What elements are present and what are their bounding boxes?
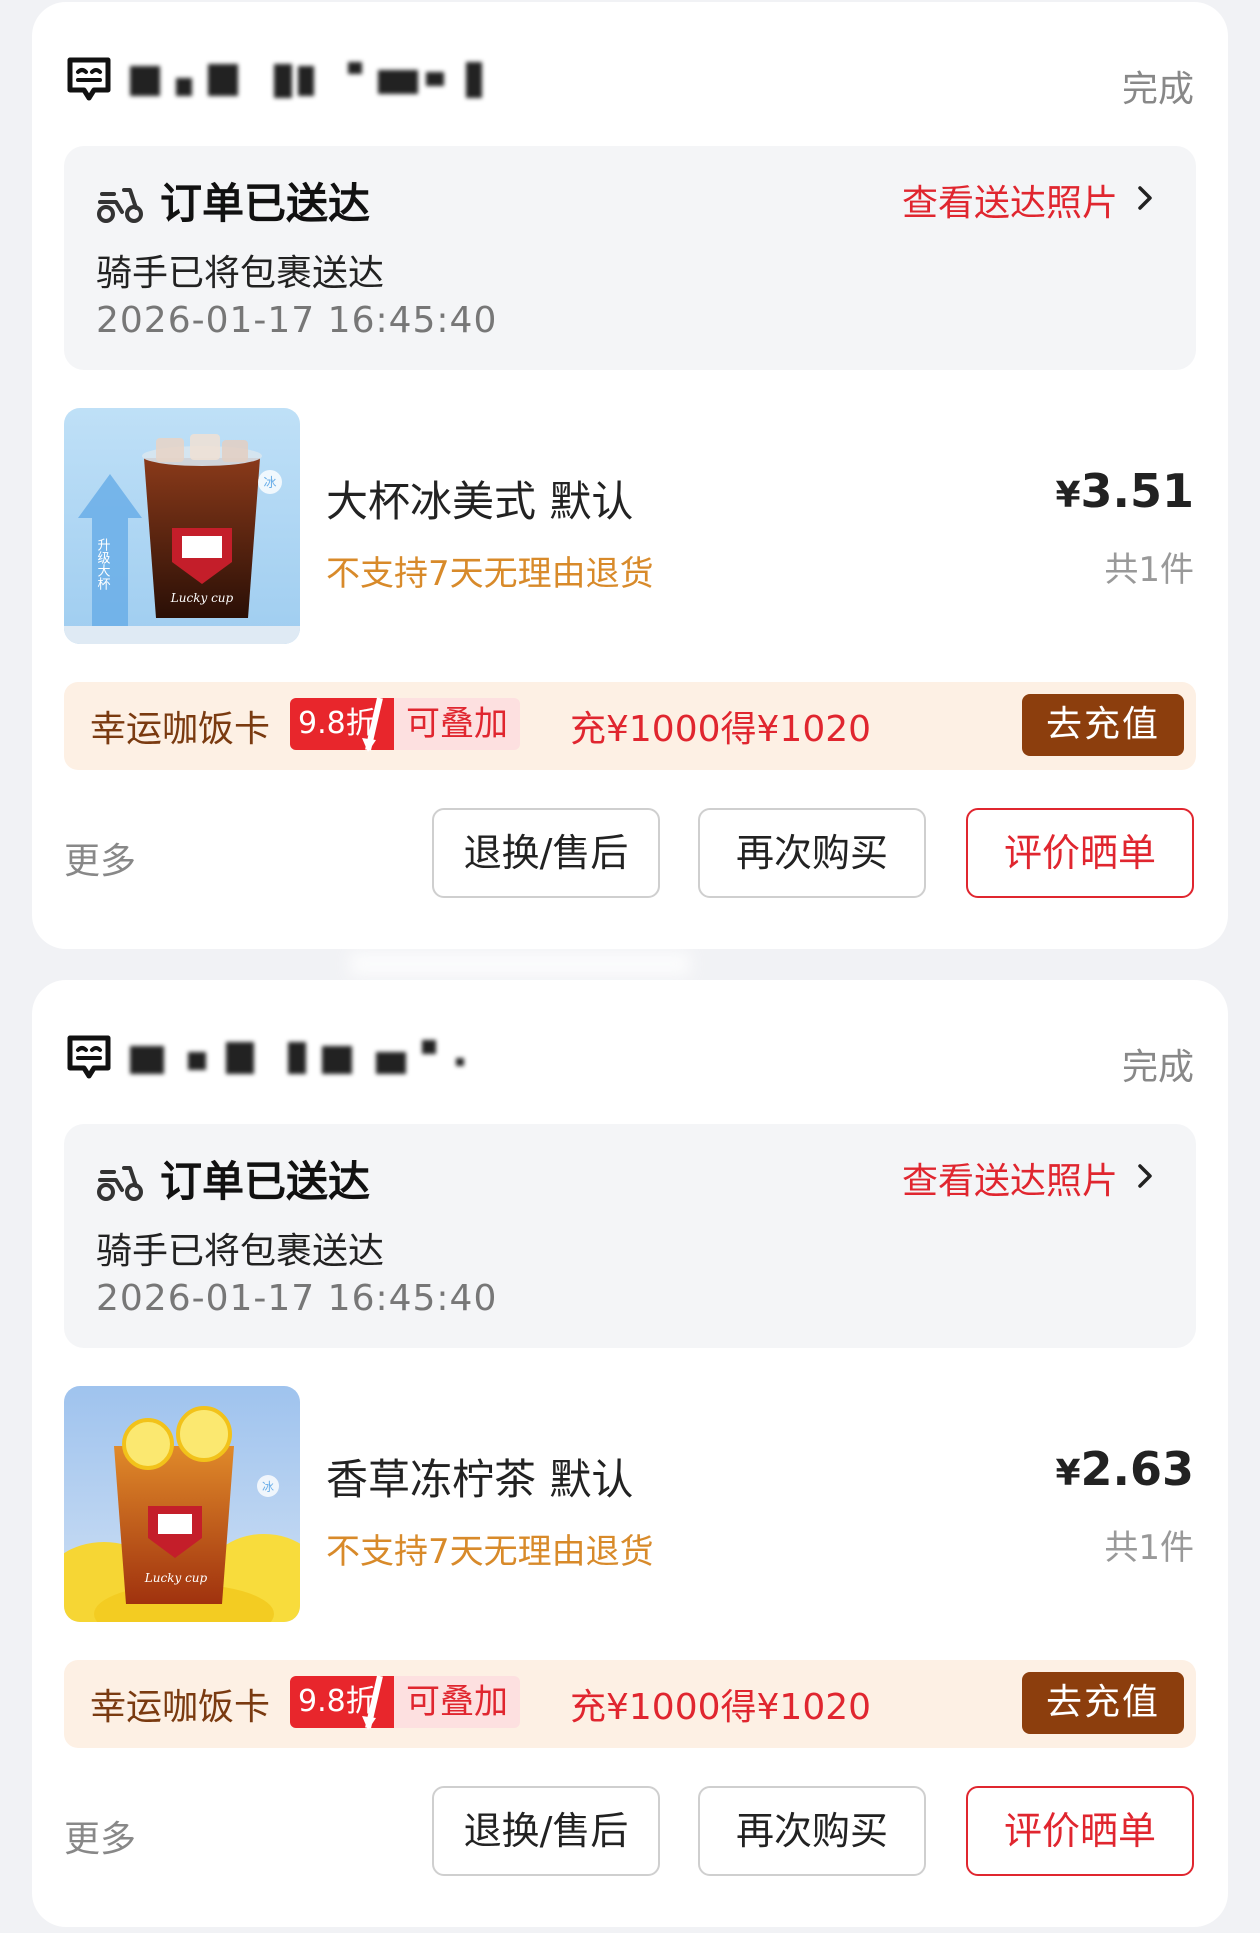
arrow-down-icon: [362, 697, 383, 752]
shop-header[interactable]: 完成: [64, 52, 1194, 120]
delivery-time: 2026-01-17 16:45:40: [96, 300, 498, 341]
store-icon: [67, 57, 111, 101]
product-name[interactable]: 香草冻柠茶 默认: [326, 1446, 633, 1507]
svg-text:冰: 冰: [262, 1480, 274, 1494]
order-card[interactable]: 完成 订单已送达 骑手已将包裹送达 2026-01-17 16:45:40 查看…: [32, 980, 1228, 1927]
price-value: 3.51: [1080, 464, 1195, 518]
return-policy-note: 不支持7天无理由退货: [326, 554, 654, 594]
view-delivery-photo-label: 查看送达照片: [901, 183, 1118, 224]
scooter-icon: [97, 188, 143, 223]
order-status: 完成: [1121, 69, 1194, 110]
view-delivery-photo-link[interactable]: 查看送达照片: [902, 1152, 1156, 1204]
order-card[interactable]: 完成 订单已送达 骑手已将包裹送达 2026-01-17 16:45:40 查看…: [32, 2, 1228, 949]
promo-card-name: 幸运咖饭卡: [90, 709, 271, 750]
refund-aftersale-button[interactable]: 退换/售后: [432, 1786, 660, 1876]
iced-americano-cup-image: 升级大杯 Lucky cup 冰: [64, 408, 300, 644]
view-delivery-photo-link[interactable]: 查看送达照片: [902, 174, 1156, 226]
shop-name-redacted: [126, 1038, 546, 1084]
promo-stackable-tag: 可叠加: [380, 1676, 520, 1728]
delivery-time: 2026-01-17 16:45:40: [96, 1278, 498, 1319]
svg-text:Lucky cup: Lucky cup: [170, 591, 234, 605]
review-button[interactable]: 评价晒单: [966, 1786, 1194, 1876]
product-image[interactable]: Lucky cup 冰: [64, 1386, 300, 1622]
shop-header[interactable]: 完成: [64, 1030, 1194, 1098]
recharge-button[interactable]: 去充值: [1022, 694, 1184, 756]
return-policy-note: 不支持7天无理由退货: [326, 1532, 654, 1572]
delivery-status-panel: 订单已送达 骑手已将包裹送达 2026-01-17 16:45:40 查看送达照…: [64, 146, 1196, 370]
chevron-right-icon: [1138, 1164, 1152, 1188]
arrow-down-icon: [362, 1675, 383, 1730]
item-quantity: 共1件: [1104, 550, 1194, 590]
price-value: 2.63: [1080, 1442, 1195, 1496]
promo-banner[interactable]: 幸运咖饭卡 可叠加 9.8折 充¥1000得¥1020 去充值: [64, 1660, 1196, 1748]
item-quantity: 共1件: [1104, 1528, 1194, 1568]
promo-offer-text: 充¥1000得¥1020: [570, 709, 872, 750]
recharge-button[interactable]: 去充值: [1022, 1672, 1184, 1734]
delivery-desc: 骑手已将包裹送达: [96, 253, 385, 294]
product-image[interactable]: 升级大杯 Lucky cup 冰: [64, 408, 300, 644]
lemon-tea-cup-image: Lucky cup 冰: [64, 1386, 300, 1622]
promo-offer-text: 充¥1000得¥1020: [570, 1687, 872, 1728]
scooter-icon: [97, 1166, 143, 1201]
product-price: ¥2.63: [1055, 1442, 1194, 1496]
product-price: ¥3.51: [1055, 464, 1194, 518]
currency-symbol: ¥: [1055, 1453, 1081, 1494]
promo-stackable-tag: 可叠加: [380, 698, 520, 750]
svg-text:冰: 冰: [263, 476, 276, 491]
delivery-title: 订单已送达: [160, 179, 371, 228]
promo-card-name: 幸运咖饭卡: [90, 1687, 271, 1728]
redaction-smudge: [350, 952, 690, 976]
store-icon: [67, 1035, 111, 1079]
review-button[interactable]: 评价晒单: [966, 808, 1194, 898]
more-link[interactable]: 更多: [64, 1810, 136, 1862]
delivery-desc: 骑手已将包裹送达: [96, 1231, 385, 1272]
delivery-title: 订单已送达: [160, 1157, 371, 1206]
order-status: 完成: [1121, 1047, 1194, 1088]
view-delivery-photo-label: 查看送达照片: [901, 1161, 1118, 1202]
shop-name-redacted: [126, 60, 546, 106]
product-name[interactable]: 大杯冰美式 默认: [326, 468, 633, 529]
more-link[interactable]: 更多: [64, 832, 136, 884]
currency-symbol: ¥: [1055, 475, 1081, 516]
refund-aftersale-button[interactable]: 退换/售后: [432, 808, 660, 898]
buy-again-button[interactable]: 再次购买: [698, 1786, 926, 1876]
buy-again-button[interactable]: 再次购买: [698, 808, 926, 898]
delivery-status-panel: 订单已送达 骑手已将包裹送达 2026-01-17 16:45:40 查看送达照…: [64, 1124, 1196, 1348]
promo-banner[interactable]: 幸运咖饭卡 可叠加 9.8折 充¥1000得¥1020 去充值: [64, 682, 1196, 770]
svg-text:Lucky cup: Lucky cup: [144, 1571, 208, 1585]
chevron-right-icon: [1138, 186, 1152, 210]
svg-text:升级大杯: 升级大杯: [95, 538, 111, 590]
